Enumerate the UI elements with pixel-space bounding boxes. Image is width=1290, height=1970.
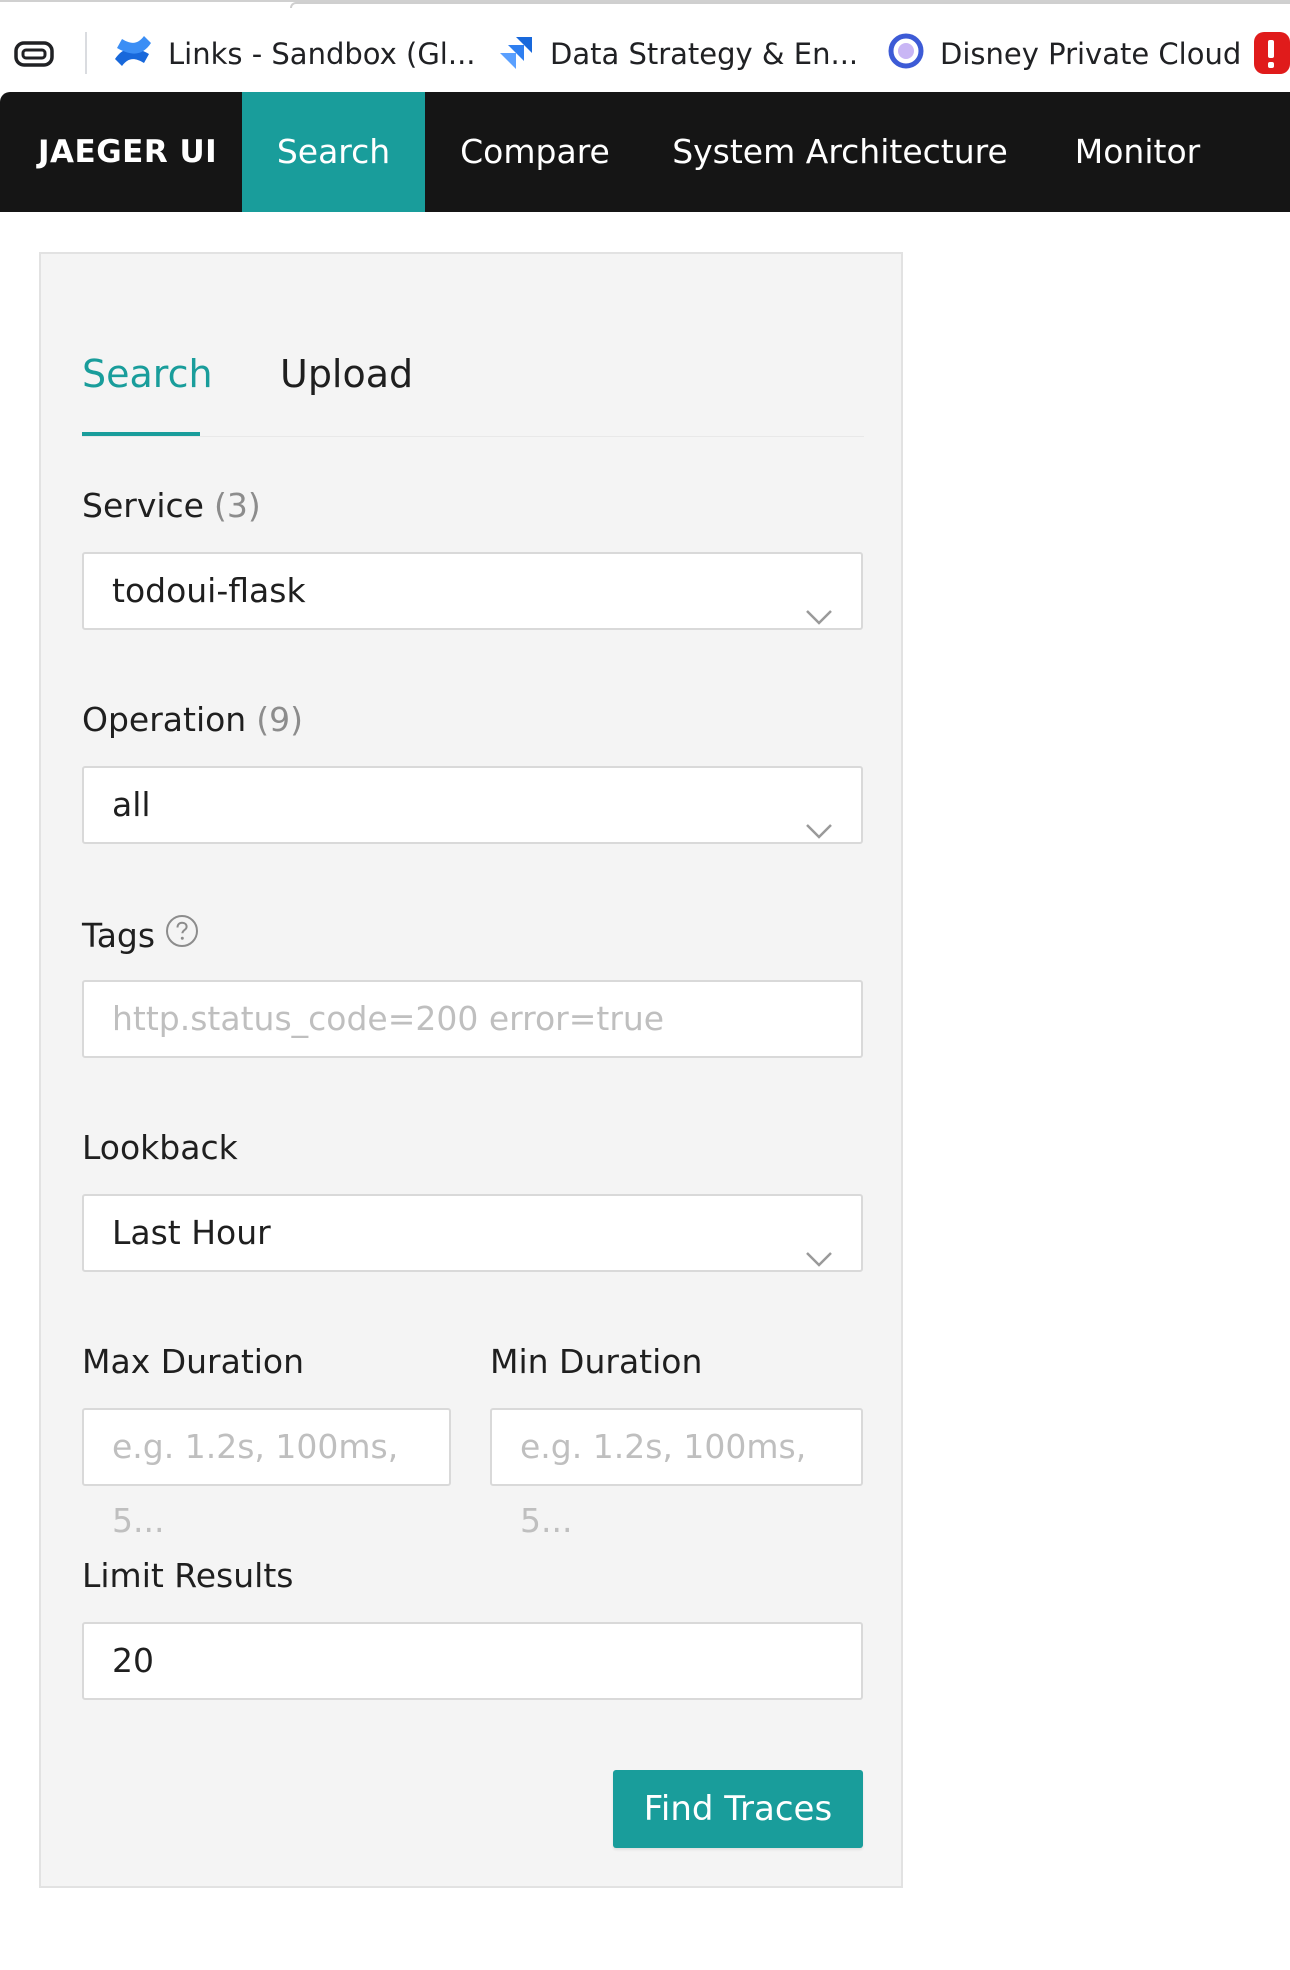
alert-icon[interactable] bbox=[1252, 30, 1290, 80]
find-traces-button[interactable]: Find Traces bbox=[613, 1770, 863, 1848]
tags-input-placeholder: http.status_code=200 error=true bbox=[112, 999, 665, 1038]
max-duration-label-text: Max Duration bbox=[82, 1342, 305, 1381]
lookback-label-text: Lookback bbox=[82, 1128, 238, 1167]
max-duration-label: Max Duration bbox=[82, 1342, 304, 1381]
tab-strip-edge bbox=[290, 2, 1290, 8]
nav-compare[interactable]: Compare bbox=[440, 92, 630, 212]
operation-select[interactable]: all bbox=[82, 766, 863, 844]
bookmarks-bar: Links - Sandbox (Gl... Data Strategy & E… bbox=[0, 0, 1290, 92]
operation-label: Operation (9) bbox=[82, 700, 303, 739]
nav-system-architecture[interactable]: System Architecture bbox=[670, 92, 1010, 212]
min-duration-input[interactable]: e.g. 1.2s, 100ms, 5... bbox=[490, 1408, 863, 1540]
tags-label-text: Tags bbox=[82, 915, 156, 955]
service-label: Service (3) bbox=[82, 486, 261, 525]
top-navbar: JAEGER UI Search Compare System Architec… bbox=[0, 92, 1290, 212]
tags-input[interactable]: http.status_code=200 error=true bbox=[82, 980, 863, 1058]
operation-label-text: Operation bbox=[82, 700, 247, 739]
bookmark-label: Disney Private Cloud bbox=[940, 37, 1242, 71]
max-duration-input[interactable]: e.g. 1.2s, 100ms, 5... bbox=[82, 1408, 451, 1540]
bookmark-label: Data Strategy & En... bbox=[550, 37, 859, 71]
chevron-down-icon bbox=[805, 792, 833, 866]
operation-count: (9) bbox=[256, 700, 303, 739]
min-duration-placeholder: e.g. 1.2s, 100ms, 5... bbox=[520, 1427, 807, 1540]
operation-select-value: all bbox=[112, 785, 151, 824]
chevron-down-icon bbox=[805, 578, 833, 652]
confluence-icon bbox=[112, 31, 168, 78]
jira-icon bbox=[496, 31, 550, 78]
bookmark-links-sandbox[interactable]: Links - Sandbox (Gl... bbox=[112, 30, 476, 78]
bookmark-separator bbox=[85, 32, 87, 74]
limit-results-label: Limit Results bbox=[82, 1556, 293, 1595]
min-duration-label-text: Min Duration bbox=[490, 1342, 703, 1381]
limit-results-value: 20 bbox=[112, 1641, 154, 1680]
service-select-value: todoui-flask bbox=[112, 571, 306, 610]
lookback-label: Lookback bbox=[82, 1128, 238, 1167]
search-form-panel: Search Upload Service (3) todoui-flask O… bbox=[39, 252, 903, 1888]
nav-monitor[interactable]: Monitor bbox=[1060, 92, 1215, 212]
tabs-divider bbox=[82, 436, 864, 437]
chevron-down-icon bbox=[805, 1220, 833, 1294]
min-duration-label: Min Duration bbox=[490, 1342, 702, 1381]
tab-search[interactable]: Search bbox=[82, 344, 213, 404]
lookback-select[interactable]: Last Hour bbox=[82, 1194, 863, 1272]
nav-search[interactable]: Search bbox=[242, 92, 425, 212]
service-select[interactable]: todoui-flask bbox=[82, 552, 863, 630]
tags-label: Tags bbox=[82, 914, 199, 956]
question-circle-icon[interactable] bbox=[165, 914, 199, 956]
lookback-select-value: Last Hour bbox=[112, 1213, 271, 1252]
service-count: (3) bbox=[213, 486, 261, 525]
service-label-text: Service bbox=[82, 486, 204, 525]
limit-results-input[interactable]: 20 bbox=[82, 1622, 863, 1700]
limit-results-label-text: Limit Results bbox=[82, 1556, 294, 1595]
max-duration-placeholder: e.g. 1.2s, 100ms, 5... bbox=[112, 1427, 399, 1540]
brand-logo-text[interactable]: JAEGER UI bbox=[38, 92, 217, 212]
bookmark-label: Links - Sandbox (Gl... bbox=[168, 37, 476, 71]
bookmark-disney-private-cloud[interactable]: Disney Private Cloud bbox=[886, 30, 1241, 78]
tab-upload[interactable]: Upload bbox=[280, 344, 413, 404]
tab-search-icon[interactable] bbox=[14, 40, 56, 72]
bookmark-data-strategy[interactable]: Data Strategy & En... bbox=[496, 30, 858, 78]
cloud-ring-icon bbox=[886, 31, 940, 78]
